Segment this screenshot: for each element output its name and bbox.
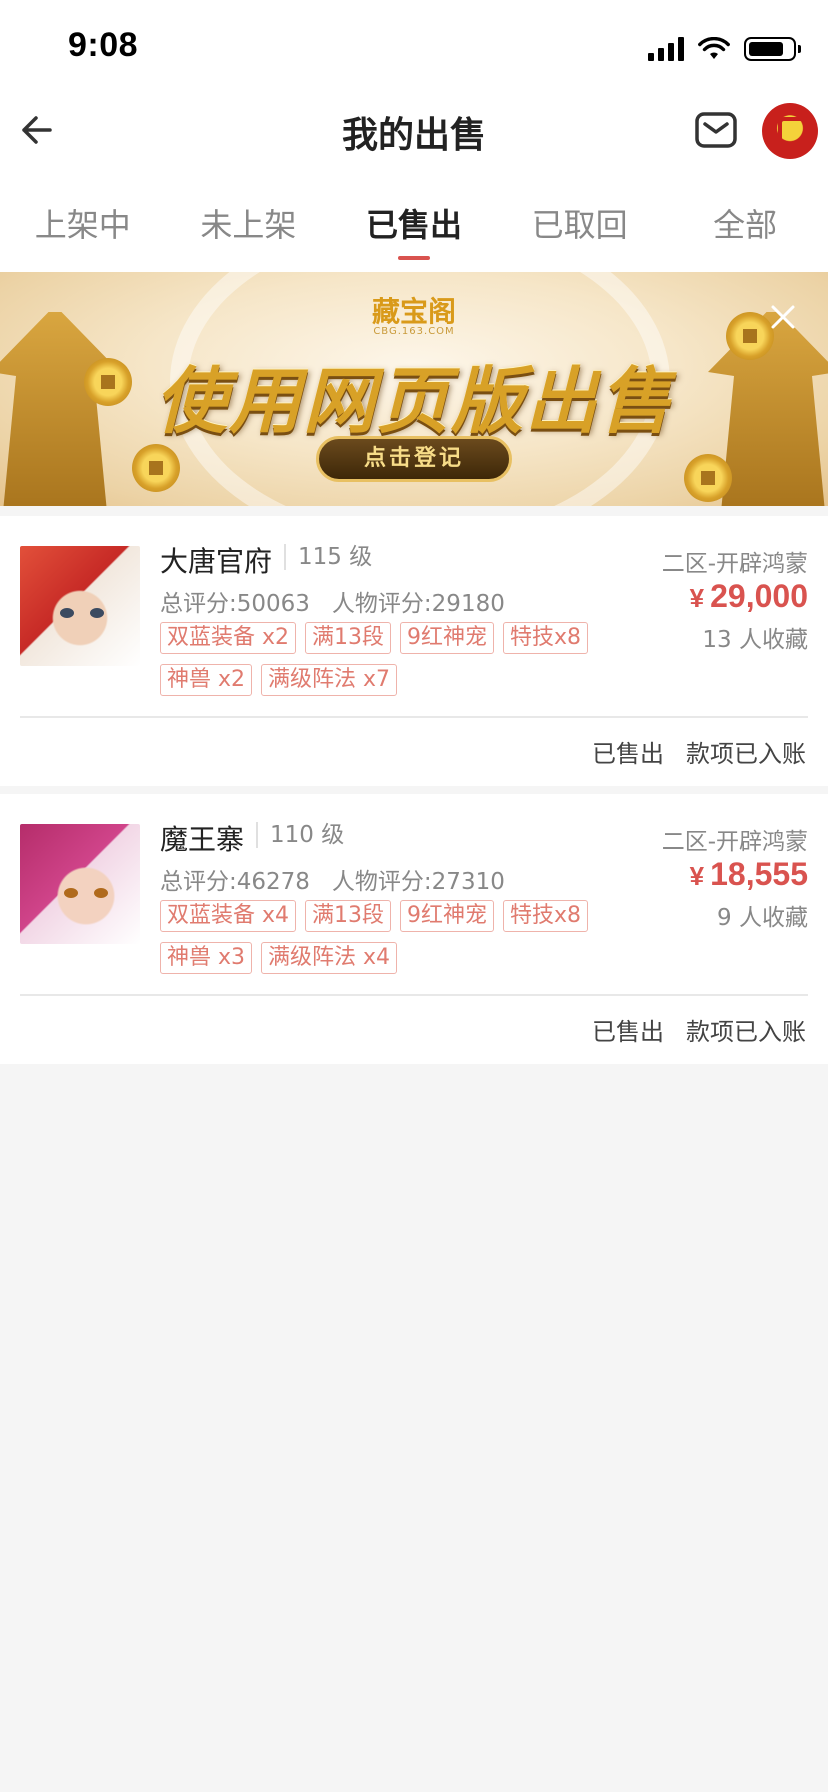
feature-tag: 满级阵法 x4 [261,942,398,974]
feature-tag: 双蓝装备 x2 [160,622,297,654]
payment-status: 款项已入账 [686,740,806,768]
price: ¥18,555 [690,856,808,893]
character-school: 大唐官府 [160,545,273,578]
listing-card[interactable]: 魔王寨 110 级 总评分:46278 人物评分:27310 双蓝装备 x4 满1… [0,794,828,1064]
feature-tag: 满级阵法 x7 [261,664,398,696]
close-icon[interactable] [768,302,798,332]
feature-tag: 满13段 [305,622,392,654]
web-sell-promo-banner[interactable]: 藏宝阁 CBG.163.COM 使用网页版出售 点击登记 [0,272,828,506]
cellular-signal-icon [648,37,684,61]
feature-tag: 9红神宠 [400,622,495,654]
character-score: 人物评分:29180 [331,591,505,617]
feature-tag: 神兽 x2 [160,664,253,696]
battery-icon [744,37,801,61]
sale-status: 已售出 [592,740,664,768]
tab-all[interactable]: 全部 [662,196,828,272]
listing-card[interactable]: 大唐官府 115 级 总评分:50063 人物评分:29180 双蓝装备 x2 满… [0,516,828,786]
character-avatar [20,546,140,666]
total-score: 总评分:46278 [160,869,310,895]
favorites-count: 13 人收藏 [702,627,808,653]
feature-tag: 9红神宠 [400,900,495,932]
feature-tag: 双蓝装备 x4 [160,900,297,932]
tab-withdrawn[interactable]: 已取回 [497,196,663,272]
character-level: 115 级 [284,544,372,570]
cbg-logo-url: CBG.163.COM [373,326,455,337]
status-indicators [648,34,801,64]
currency-symbol: ¥ [689,583,705,613]
tab-listed[interactable]: 上架中 [0,196,166,272]
price-value: 29,000 [710,578,808,614]
character-avatar [20,824,140,944]
payment-status: 款项已入账 [686,1018,806,1046]
total-score: 总评分:50063 [160,591,310,617]
banner-headline: 使用网页版出售 [154,359,673,443]
user-avatar[interactable] [762,103,818,159]
tab-sold[interactable]: 已售出 [331,196,497,272]
status-tabs: 上架中 未上架 已售出 已取回 全部 [0,196,828,272]
mail-icon[interactable] [694,110,738,150]
tab-unlisted[interactable]: 未上架 [166,196,332,272]
status-time: 9:08 [68,26,139,64]
score-line: 总评分:46278 人物评分:27310 [160,862,505,896]
feature-tag: 满13段 [305,900,392,932]
character-score: 人物评分:27310 [331,869,505,895]
coin-icon [132,444,180,492]
character-school: 魔王寨 [160,823,245,856]
sale-status: 已售出 [592,1018,664,1046]
divider [20,716,808,718]
score-line: 总评分:50063 人物评分:29180 [160,584,505,618]
feature-tags: 双蓝装备 x2 满13段 9红神宠 特技x8 神兽 x2 满级阵法 x7 [160,622,640,696]
server-name: 二区-开辟鸿蒙 [661,551,808,577]
favorites-count: 9 人收藏 [717,905,808,931]
character-level: 110 级 [256,822,344,848]
feature-tags: 双蓝装备 x4 满13段 9红神宠 特技x8 神兽 x3 满级阵法 x4 [160,900,640,974]
active-tab-indicator [397,256,430,260]
feature-tag: 特技x8 [503,622,589,654]
wifi-icon [698,37,730,59]
coin-icon [684,454,732,502]
cbg-logo: 藏宝阁 [371,295,456,328]
feature-tag: 特技x8 [503,900,589,932]
price-value: 18,555 [710,856,808,892]
server-name: 二区-开辟鸿蒙 [661,829,808,855]
currency-symbol: ¥ [689,861,705,891]
register-button[interactable]: 点击登记 [316,436,512,482]
price: ¥29,000 [690,578,808,615]
header-area: 9:08 我的出售 上架中 未上架 已售出 已取回 全部 [0,0,828,272]
feature-tag: 神兽 x3 [160,942,253,974]
divider [20,994,808,996]
